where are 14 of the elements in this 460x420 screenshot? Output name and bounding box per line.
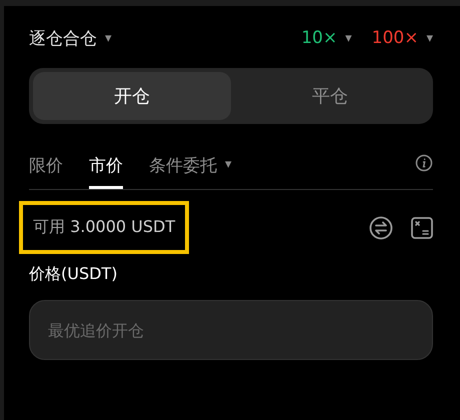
info-icon[interactable]	[415, 154, 433, 172]
order-tab[interactable]: 条件委托 ▾	[149, 146, 232, 189]
price-field[interactable]: 最优追价开仓	[29, 300, 433, 360]
mode-tab[interactable]: 开仓	[33, 72, 231, 120]
order-tab[interactable]: 市价	[89, 146, 123, 189]
mode-tab[interactable]: 平仓	[231, 72, 429, 120]
swap-icon[interactable]	[369, 216, 393, 240]
balance-text: 可用 3.0000 USDT	[19, 201, 190, 254]
leverage-dropdown[interactable]: 10× ▾	[301, 28, 352, 48]
order-tab[interactable]: 限价	[29, 146, 63, 189]
price-label: 价格(USDT)	[29, 264, 118, 285]
margin-mode-dropdown[interactable]: 逐仓合仓 ▾	[29, 26, 112, 50]
leverage-dropdown[interactable]: 100× ▾	[372, 28, 433, 48]
calculator-icon[interactable]	[411, 216, 433, 238]
